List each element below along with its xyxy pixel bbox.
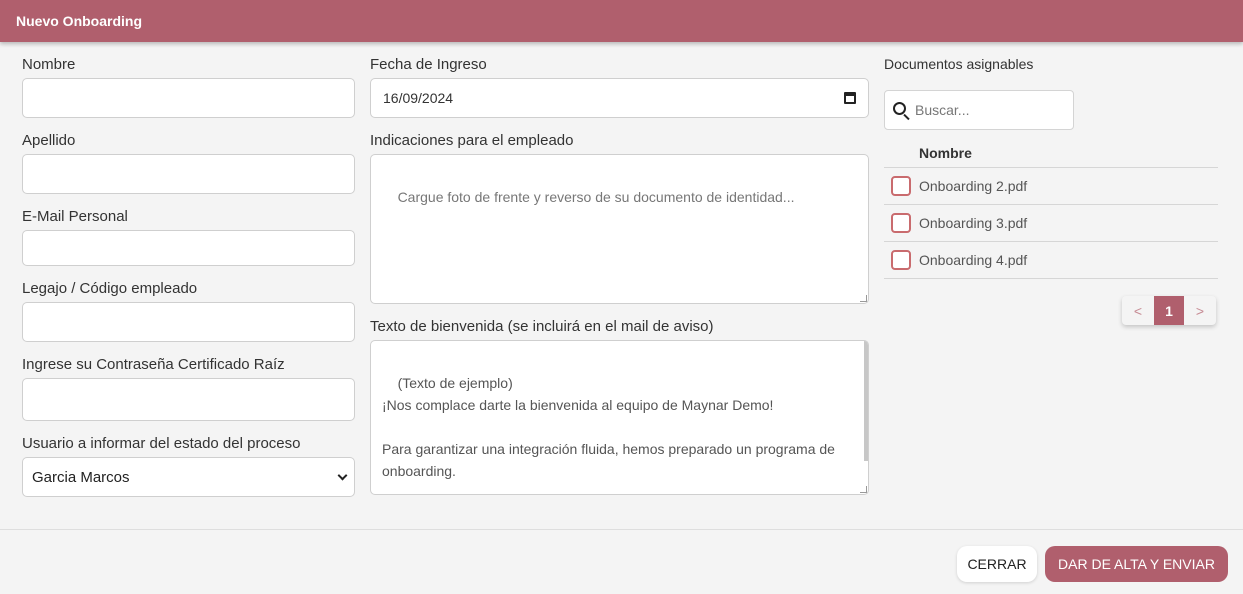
dialog-header: Nuevo Onboarding <box>0 0 1243 42</box>
chevron-down-icon <box>337 470 348 480</box>
documents-title: Documentos asignables <box>884 56 1034 72</box>
dialog-body: Nombre Apellido E-Mail Personal Legajo /… <box>0 42 1243 529</box>
search-icon <box>893 102 906 115</box>
resize-handle[interactable] <box>860 295 867 302</box>
indicaciones-textarea[interactable]: Cargue foto de frente y reverso de su do… <box>370 154 869 304</box>
row-checkbox[interactable] <box>891 213 911 233</box>
pagination-prev-button[interactable]: < <box>1122 296 1154 325</box>
document-name: Onboarding 4.pdf <box>919 252 1028 268</box>
calendar-icon[interactable] <box>844 92 856 104</box>
submit-button[interactable]: DAR DE ALTA Y ENVIAR <box>1045 546 1228 582</box>
bienvenida-text: (Texto de ejemplo) ¡Nos complace darte l… <box>382 375 835 479</box>
pagination: < 1 > <box>1122 296 1216 325</box>
documents-search-input[interactable]: Buscar... <box>884 90 1074 130</box>
document-name: Onboarding 2.pdf <box>919 178 1028 194</box>
table-row[interactable]: Onboarding 4.pdf <box>884 242 1218 279</box>
table-row[interactable]: Onboarding 2.pdf <box>884 168 1218 205</box>
email-label: E-Mail Personal <box>22 208 128 225</box>
apellido-input[interactable] <box>22 154 355 194</box>
documents-table: Nombre Onboarding 2.pdf Onboarding 3.pdf… <box>884 138 1218 279</box>
nombre-label: Nombre <box>22 56 76 73</box>
table-row[interactable]: Onboarding 3.pdf <box>884 205 1218 242</box>
search-placeholder: Buscar... <box>915 102 970 118</box>
bienvenida-textarea[interactable]: (Texto de ejemplo) ¡Nos complace darte l… <box>370 340 869 495</box>
column-header-nombre[interactable]: Nombre <box>884 138 1218 168</box>
fecha-input[interactable]: 16/09/2024 <box>370 78 869 118</box>
textarea-scrollbar[interactable] <box>864 341 868 461</box>
apellido-label: Apellido <box>22 132 76 149</box>
dialog-title: Nuevo Onboarding <box>16 13 142 29</box>
nombre-input[interactable] <box>22 78 355 118</box>
usuario-label: Usuario a informar del estado del proces… <box>22 435 301 452</box>
password-label: Ingrese su Contraseña Certificado Raíz <box>22 356 285 373</box>
email-input[interactable] <box>22 230 355 266</box>
indicaciones-placeholder: Cargue foto de frente y reverso de su do… <box>397 189 795 205</box>
usuario-select[interactable]: Garcia Marcos <box>22 457 355 497</box>
usuario-select-value: Garcia Marcos <box>32 468 130 486</box>
pagination-next-button[interactable]: > <box>1184 296 1216 325</box>
row-checkbox[interactable] <box>891 250 911 270</box>
row-checkbox[interactable] <box>891 176 911 196</box>
dialog-footer: CERRAR DAR DE ALTA Y ENVIAR <box>0 529 1243 594</box>
document-name: Onboarding 3.pdf <box>919 215 1028 231</box>
fecha-value: 16/09/2024 <box>383 90 454 106</box>
password-input[interactable] <box>22 378 355 421</box>
legajo-input[interactable] <box>22 302 355 342</box>
fecha-label: Fecha de Ingreso <box>370 56 487 73</box>
resize-handle[interactable] <box>860 486 867 493</box>
pagination-page-button[interactable]: 1 <box>1154 296 1184 325</box>
bienvenida-label: Texto de bienvenida (se incluirá en el m… <box>370 318 714 335</box>
close-button[interactable]: CERRAR <box>957 546 1037 582</box>
legajo-label: Legajo / Código empleado <box>22 280 198 297</box>
indicaciones-label: Indicaciones para el empleado <box>370 132 574 149</box>
